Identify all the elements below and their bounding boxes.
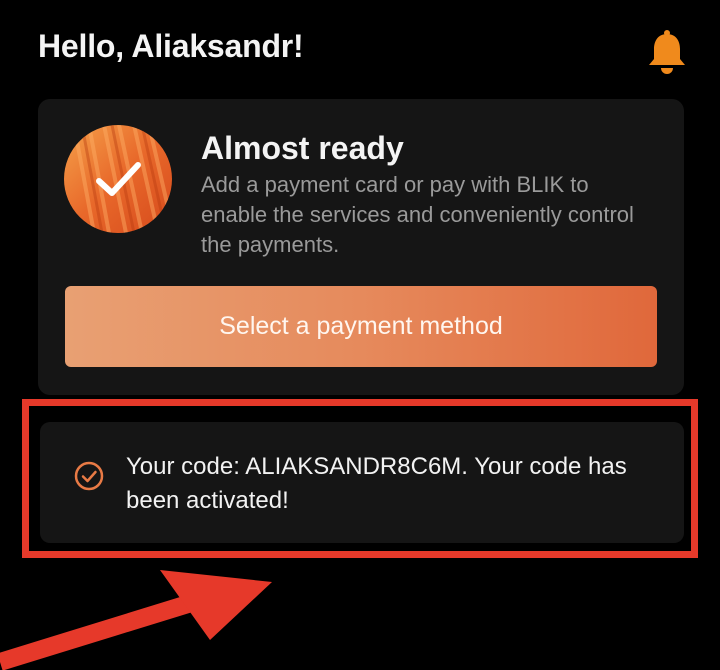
highlight-annotation-box [22,399,698,558]
select-payment-method-button[interactable]: Select a payment method [65,286,657,367]
status-avatar [64,125,172,233]
setup-card: Almost ready Add a payment card or pay w… [38,99,684,395]
card-description: Add a payment card or pay with BLIK to e… [201,172,634,257]
card-title: Almost ready [201,130,404,166]
arrow-icon [0,560,300,670]
bell-icon[interactable] [645,30,689,76]
greeting-title: Hello, Aliaksandr! [38,28,304,64]
